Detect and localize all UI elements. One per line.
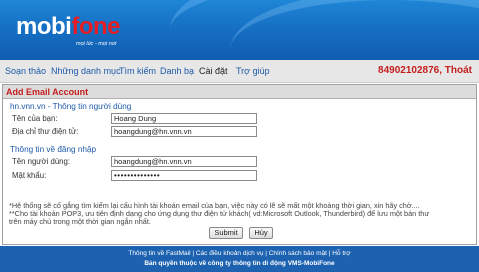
note-line-3: trên máy chủ trong một thời gian ngắn nh… <box>9 217 151 226</box>
phone-logout-area: 84902102876, Thoát <box>378 65 472 76</box>
nav-search[interactable]: Tìm kiếm <box>119 66 156 76</box>
slogan: mọi lúc - mọi nơi <box>76 41 117 47</box>
nav-settings[interactable]: Cài đặt <box>199 66 228 76</box>
phone-separator: , <box>439 65 442 76</box>
phone-number: 84902102876 <box>378 65 440 76</box>
submit-button[interactable]: Submit <box>209 227 243 239</box>
footer-links[interactable]: Thông tin về FastMail | Các điều khoản d… <box>0 250 479 257</box>
label-name: Tên của bạn: <box>12 114 58 123</box>
password-input[interactable]: •••••••••••••• <box>111 170 257 181</box>
panel-title: Add Email Account <box>3 85 476 99</box>
logo-fone: fone <box>71 13 120 40</box>
header: mobifone mọi lúc - mọi nơi <box>0 0 479 60</box>
name-input[interactable] <box>111 113 257 124</box>
footer: Thông tin về FastMail | Các điều khoản d… <box>0 246 479 272</box>
footer-copyright: Bản quyền thuộc về công ty thông tin di … <box>144 260 335 267</box>
logo-mobi: mobi <box>16 13 72 40</box>
section-login-info: Thông tin về đăng nhập <box>10 145 97 154</box>
label-email: Địa chỉ thư điện tử: <box>12 127 79 136</box>
add-email-panel: Add Email Account hn.vnn.vn - Thông tin … <box>2 84 477 245</box>
label-username: Tên người dùng: <box>12 157 71 166</box>
mobifone-logo[interactable]: mobifone <box>16 15 120 39</box>
cancel-button[interactable]: Hủy <box>249 227 273 239</box>
email-input[interactable] <box>111 126 257 137</box>
nav-bar: Soạn thảo Những danh mục Tìm kiếm Danh b… <box>0 60 479 83</box>
nav-contacts[interactable]: Danh bạ <box>160 66 194 76</box>
label-password: Mật khẩu: <box>12 171 47 180</box>
nav-folders[interactable]: Những danh mục <box>51 66 121 76</box>
nav-compose[interactable]: Soạn thảo <box>5 66 46 76</box>
section-user-info: hn.vnn.vn - Thông tin người dùng <box>10 102 132 111</box>
logout-link[interactable]: Thoát <box>445 65 472 76</box>
username-input[interactable] <box>111 156 257 167</box>
nav-help[interactable]: Trợ giúp <box>236 66 270 76</box>
